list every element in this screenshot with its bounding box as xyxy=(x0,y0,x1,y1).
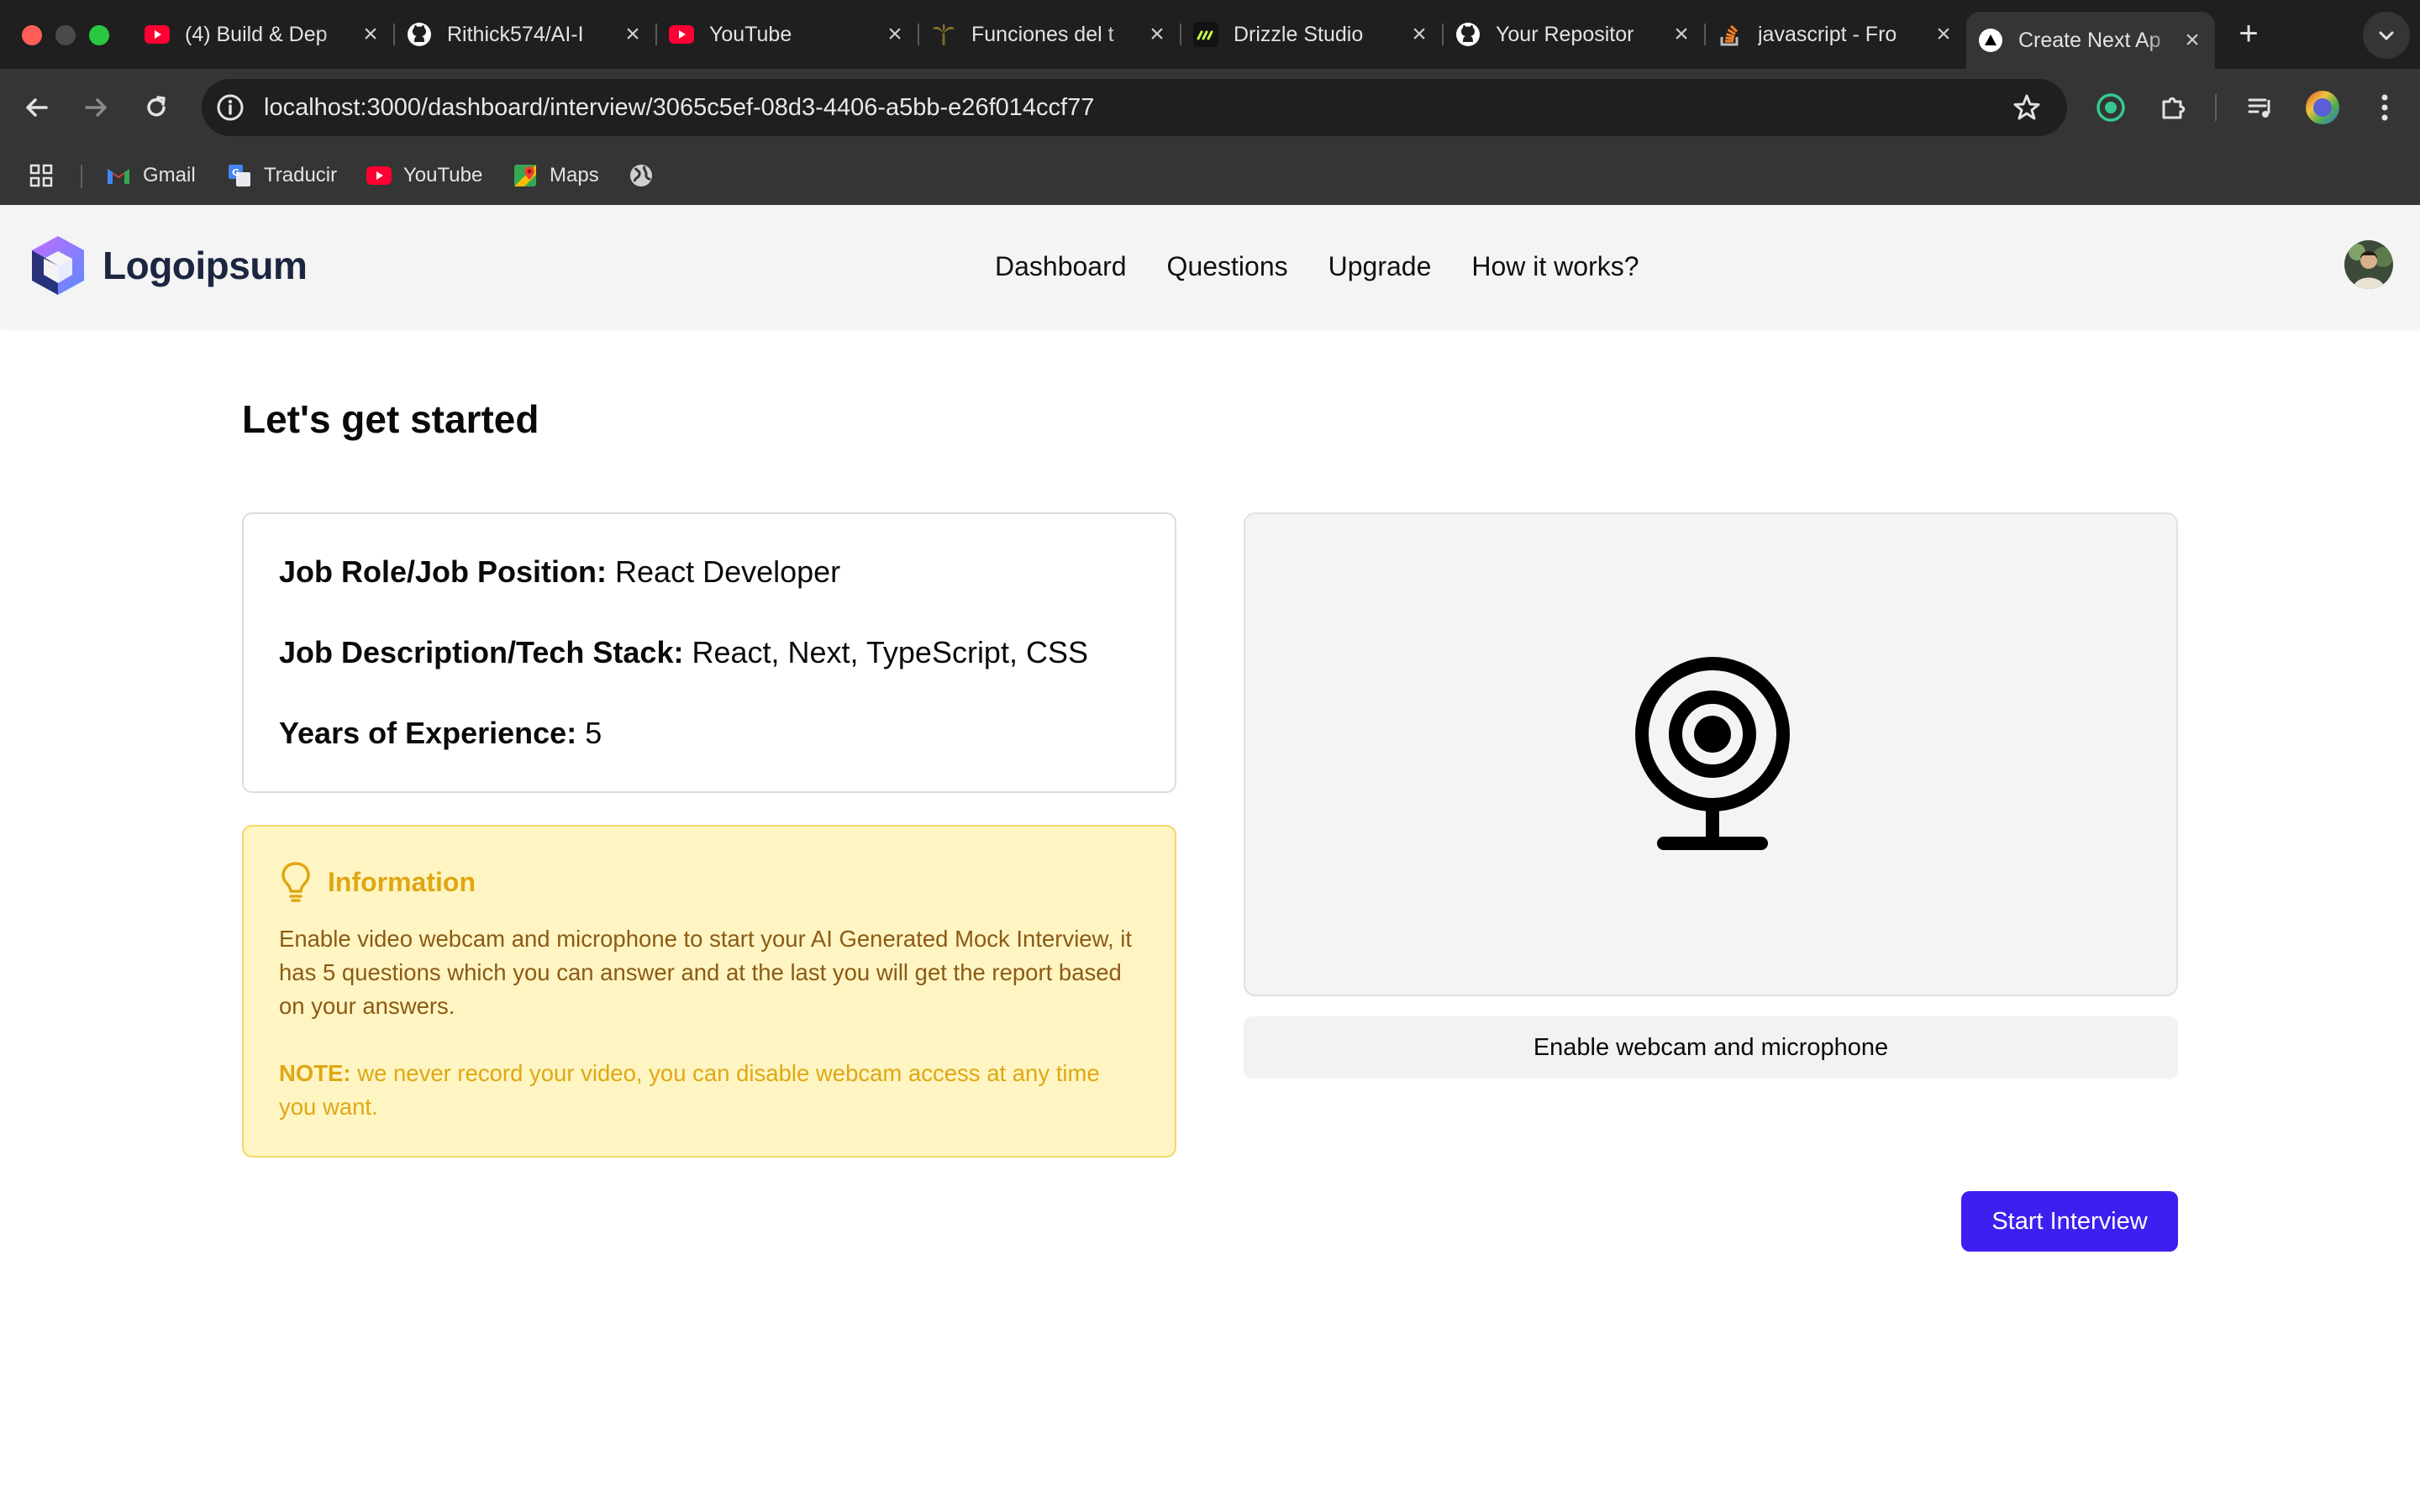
information-box: Information Enable video webcam and micr… xyxy=(242,825,1176,1158)
back-button[interactable] xyxy=(18,89,55,126)
tab-search-button[interactable] xyxy=(2363,12,2410,59)
information-text: Enable video webcam and microphone to st… xyxy=(279,926,1132,1019)
youtube-icon xyxy=(366,163,392,188)
browser-tab[interactable]: Funciones del t × xyxy=(919,12,1181,57)
globe-icon xyxy=(629,163,654,188)
window-maximize-button[interactable] xyxy=(89,25,109,45)
browser-tab-bar: (4) Build & Dep × Rithick574/AI-I × YouT… xyxy=(0,0,2420,69)
drizzle-icon xyxy=(1193,22,1218,47)
close-tab-icon[interactable]: × xyxy=(1669,20,1694,48)
svg-text:G: G xyxy=(232,167,239,178)
chevron-down-icon xyxy=(2379,31,2394,41)
plant-icon xyxy=(931,22,956,47)
youtube-icon xyxy=(669,22,694,47)
browser-tab[interactable]: YouTube × xyxy=(657,12,919,57)
nav-questions[interactable]: Questions xyxy=(1167,251,1288,282)
browser-toolbar: localhost:3000/dashboard/interview/3065c… xyxy=(0,69,2420,146)
arrow-right-icon xyxy=(85,98,107,117)
job-role-label: Job Role/Job Position: xyxy=(279,554,608,589)
gmail-icon xyxy=(106,163,131,188)
forward-button[interactable] xyxy=(77,89,114,126)
close-tab-icon[interactable]: × xyxy=(358,20,383,48)
browser-tab[interactable]: Rithick574/AI-I × xyxy=(395,12,657,57)
webcam-icon xyxy=(1635,657,1790,850)
address-bar[interactable]: localhost:3000/dashboard/interview/3065c… xyxy=(202,79,2067,136)
close-tab-icon[interactable]: × xyxy=(620,20,645,48)
close-tab-icon[interactable]: × xyxy=(1144,20,1170,48)
bookmarks-bar: Gmail G Traducir YouTube Maps xyxy=(0,146,2420,205)
stackoverflow-icon xyxy=(1718,22,1743,47)
bookmark-traducir[interactable]: G Traducir xyxy=(227,158,337,193)
webcam-preview xyxy=(1244,512,2178,996)
nextjs-icon xyxy=(1978,28,2003,53)
url-text[interactable]: localhost:3000/dashboard/interview/3065c… xyxy=(264,79,1094,136)
information-note: NOTE: we never record your video, you ca… xyxy=(279,1057,1139,1124)
maps-icon xyxy=(513,163,538,188)
years-experience-row: Years of Experience: 5 xyxy=(279,714,1139,753)
close-tab-icon[interactable]: × xyxy=(882,20,908,48)
browser-tab[interactable]: (4) Build & Dep × xyxy=(133,12,395,57)
browser-tab-active[interactable]: Create Next Ap × xyxy=(1966,12,2215,69)
lightbulb-icon xyxy=(281,862,310,902)
information-header: Information xyxy=(279,858,1139,906)
window-minimize-button[interactable] xyxy=(55,25,76,45)
extension-icon[interactable] xyxy=(2091,87,2131,128)
github-icon xyxy=(407,22,432,47)
nav-dashboard[interactable]: Dashboard xyxy=(995,251,1127,282)
profile-avatar[interactable] xyxy=(2302,87,2343,128)
close-tab-icon[interactable]: × xyxy=(1931,20,1956,48)
extensions-puzzle-icon[interactable] xyxy=(2153,87,2193,128)
job-description-label: Job Description/Tech Stack: xyxy=(279,635,684,669)
job-description-value: React, Next, TypeScript, CSS xyxy=(692,635,1088,669)
enable-webcam-button[interactable]: Enable webcam and microphone xyxy=(1244,1016,2178,1079)
youtube-icon xyxy=(145,22,170,47)
information-title: Information xyxy=(328,866,476,897)
job-details-card: Job Role/Job Position: React Developer J… xyxy=(242,512,1176,793)
main-nav: Dashboard Questions Upgrade How it works… xyxy=(995,205,1680,328)
new-tab-button[interactable]: + xyxy=(2230,15,2267,52)
arrow-left-icon xyxy=(26,98,48,117)
job-description-row: Job Description/Tech Stack: React, Next,… xyxy=(279,633,1139,672)
job-role-row: Job Role/Job Position: React Developer xyxy=(279,553,1139,591)
browser-tab[interactable]: javascript - Fro × xyxy=(1706,12,1966,57)
nav-upgrade[interactable]: Upgrade xyxy=(1328,251,1432,282)
bookmark-globe[interactable] xyxy=(629,158,666,193)
github-icon xyxy=(1455,22,1481,47)
browser-menu-icon[interactable] xyxy=(2365,87,2405,128)
bookmark-youtube[interactable]: YouTube xyxy=(366,158,482,193)
start-interview-button[interactable]: Start Interview xyxy=(1961,1191,2178,1252)
window-close-button[interactable] xyxy=(22,25,42,45)
reload-icon xyxy=(147,96,166,117)
page-title: Let's get started xyxy=(242,397,539,441)
logo[interactable]: Logoipsum xyxy=(25,230,308,301)
close-tab-icon[interactable]: × xyxy=(2180,26,2205,54)
user-avatar[interactable] xyxy=(2344,240,2393,289)
bookmark-maps[interactable]: Maps xyxy=(513,158,599,193)
bookmark-star-icon[interactable] xyxy=(2010,91,2044,124)
years-experience-label: Years of Experience: xyxy=(279,716,577,750)
browser-tab[interactable]: Your Repositor × xyxy=(1444,12,1706,57)
media-controls-icon[interactable] xyxy=(2240,87,2281,128)
bookmark-gmail[interactable]: Gmail xyxy=(106,158,196,193)
logo-hexagon-icon xyxy=(32,236,84,295)
browser-tab[interactable]: Drizzle Studio × xyxy=(1181,12,1444,57)
site-info-icon[interactable] xyxy=(213,91,247,124)
translate-icon: G xyxy=(227,163,252,188)
note-label: NOTE: xyxy=(279,1060,351,1086)
reload-button[interactable] xyxy=(138,89,175,126)
apps-grid-icon[interactable] xyxy=(29,158,54,193)
job-role-value: React Developer xyxy=(615,554,841,589)
app-header: Logoipsum Dashboard Questions Upgrade Ho… xyxy=(0,205,2420,328)
note-text: we never record your video, you can disa… xyxy=(279,1060,1100,1120)
years-experience-value: 5 xyxy=(585,716,602,750)
nav-how-it-works[interactable]: How it works? xyxy=(1471,251,1639,282)
logo-text: Logoipsum xyxy=(103,244,308,287)
close-tab-icon[interactable]: × xyxy=(1407,20,1432,48)
